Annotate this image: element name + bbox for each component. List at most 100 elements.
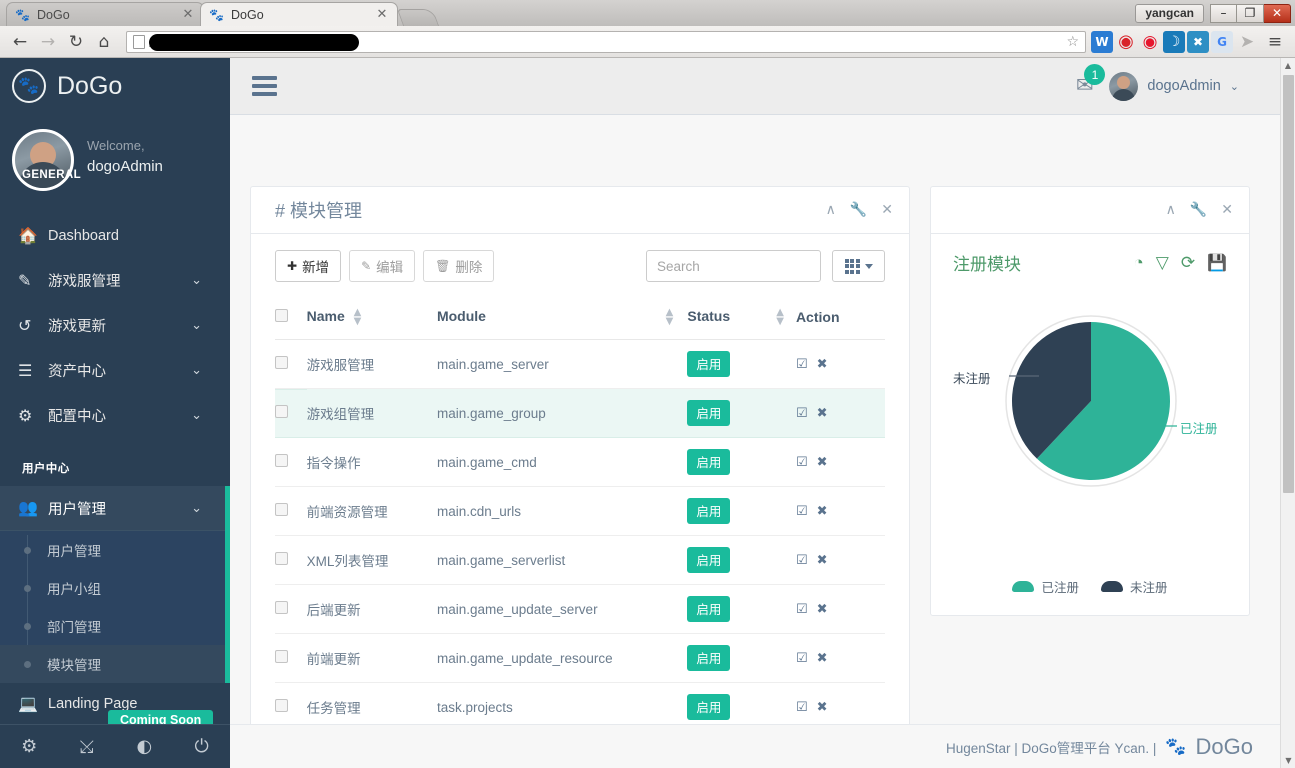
messages-button[interactable]: ✉ 1 <box>1076 64 1106 97</box>
power-off-icon[interactable]: ⏻ <box>195 736 209 757</box>
table-row[interactable]: 游戏服管理 main.game_server 启用 ☑ ✖ <box>275 339 885 390</box>
legend-item-registered[interactable]: 已注册 <box>1012 577 1079 596</box>
table-row[interactable]: 游戏组管理 main.game_group 启用 ☑ ✖ <box>275 388 885 439</box>
address-bar[interactable]: /user/module/ ☆ <box>126 30 1086 53</box>
tab-close-icon[interactable]: ✕ <box>181 8 195 22</box>
sidebar-subitem-department[interactable]: 部门管理 <box>0 607 230 645</box>
sidebar-subitem-module[interactable]: 模块管理 <box>0 645 230 683</box>
browser-menu-icon[interactable]: ≡ <box>1261 28 1289 56</box>
settings-wrench-icon[interactable]: 🔧 <box>1190 202 1207 218</box>
row-edit-icon[interactable]: ☑ <box>796 406 808 421</box>
window-minimize-button[interactable]: – <box>1210 3 1237 23</box>
browser-tab-1[interactable]: 🐾 DoGo ✕ <box>6 2 204 26</box>
weibo-extension-icon[interactable]: ◉ <box>1139 31 1161 53</box>
chevron-down-icon: ⌄ <box>191 408 202 423</box>
scroll-up-arrow-icon[interactable]: ▲ <box>1281 58 1295 73</box>
table-row[interactable]: 后端更新 main.game_update_server 启用 ☑ ✖ <box>275 584 885 635</box>
xmind-extension-icon[interactable]: ✖ <box>1187 30 1209 53</box>
row-checkbox[interactable] <box>275 356 288 370</box>
row-checkbox[interactable] <box>275 552 288 566</box>
sidebar-item-game-server[interactable]: ✎ 游戏服管理 ⌄ <box>0 258 230 303</box>
scrollbar-thumb[interactable] <box>1283 75 1294 493</box>
select-all-checkbox[interactable] <box>275 309 288 323</box>
home-icon[interactable]: ⌂ <box>90 28 118 56</box>
back-icon[interactable]: ← <box>6 28 34 56</box>
row-delete-icon[interactable]: ✖ <box>817 406 828 421</box>
close-icon[interactable]: ✕ <box>1221 202 1233 218</box>
refresh-icon[interactable]: ⟳ <box>1181 253 1195 273</box>
row-edit-icon[interactable]: ☑ <box>796 700 808 715</box>
pie-chart-icon[interactable]: ◔ <box>1133 253 1143 273</box>
row-delete-icon[interactable]: ✖ <box>817 602 828 617</box>
row-delete-icon[interactable]: ✖ <box>817 357 828 372</box>
column-header-status[interactable]: Status ▲ ▼ <box>687 299 796 341</box>
row-edit-icon[interactable]: ☑ <box>796 553 808 568</box>
add-button[interactable]: ✚ 新增 <box>275 250 342 282</box>
table-row[interactable]: 前端更新 main.game_update_resource 启用 ☑ ✖ <box>275 633 885 684</box>
row-delete-icon[interactable]: ✖ <box>817 553 828 568</box>
row-delete-icon[interactable]: ✖ <box>817 504 828 519</box>
vertical-scrollbar[interactable]: ▲ ▼ <box>1280 58 1295 768</box>
row-checkbox[interactable] <box>275 650 288 664</box>
pointer-icon[interactable]: ➤ <box>1233 28 1261 56</box>
sidebar-subitem-user-manage[interactable]: 用户管理 <box>0 531 230 569</box>
sidebar-item-user-manage[interactable]: 👥 用户管理 ⌄ 用户管理 用户小组 部门管理 模块管理 <box>0 486 230 683</box>
settings-wrench-icon[interactable]: 🔧 <box>850 202 867 218</box>
sidebar-item-config-center[interactable]: ⚙ 配置中心 ⌄ <box>0 393 230 438</box>
table-row[interactable]: 指令操作 main.game_cmd 启用 ☑ ✖ <box>275 437 885 488</box>
column-header-name[interactable]: Name ▲ ▼ <box>306 299 437 341</box>
sidebar-item-landing-page[interactable]: 💻 Landing Page Coming Soon <box>0 683 230 731</box>
sidebar-item-game-update[interactable]: ↺ 游戏更新 ⌄ <box>0 303 230 348</box>
lock-eye-icon[interactable]: ◐ <box>136 736 152 757</box>
row-edit-icon[interactable]: ☑ <box>796 455 808 470</box>
filter-icon[interactable]: ▽ <box>1156 253 1169 273</box>
brand-logo[interactable]: 🐾 DoGo <box>0 58 230 115</box>
edit-square-icon: ✎ <box>18 270 32 290</box>
row-edit-icon[interactable]: ☑ <box>796 602 808 617</box>
browser-tab-2[interactable]: 🐾 DoGo ✕ <box>200 2 398 26</box>
aliwangwang-extension-icon[interactable]: ☽ <box>1163 30 1185 53</box>
word-extension-icon[interactable]: W <box>1091 30 1113 53</box>
tab-close-icon[interactable]: ✕ <box>375 8 389 22</box>
scroll-down-arrow-icon[interactable]: ▼ <box>1281 753 1295 768</box>
row-checkbox[interactable] <box>275 601 288 615</box>
row-edit-icon[interactable]: ☑ <box>796 357 808 372</box>
column-header-module[interactable]: Module ▲ ▼ <box>436 299 688 341</box>
legend-item-unregistered[interactable]: 未注册 <box>1101 577 1168 596</box>
search-input[interactable] <box>646 250 821 282</box>
row-edit-icon[interactable]: ☑ <box>796 504 808 519</box>
row-checkbox[interactable] <box>275 699 288 713</box>
bookmark-star-icon[interactable]: ☆ <box>1066 34 1079 50</box>
fullscreen-icon[interactable]: ⤩ <box>80 736 94 757</box>
sidebar-subitem-user-group[interactable]: 用户小组 <box>0 569 230 607</box>
row-checkbox[interactable] <box>275 503 288 517</box>
row-checkbox[interactable] <box>275 405 288 419</box>
window-close-button[interactable]: ✕ <box>1264 3 1291 23</box>
window-user-chip[interactable]: yangcan <box>1135 3 1204 23</box>
table-row[interactable]: 前端资源管理 main.cdn_urls 启用 ☑ ✖ <box>275 486 885 537</box>
table-row[interactable]: XML列表管理 main.game_serverlist 启用 ☑ ✖ <box>275 535 885 586</box>
row-delete-icon[interactable]: ✖ <box>817 651 828 666</box>
row-checkbox[interactable] <box>275 454 288 468</box>
columns-toggle-button[interactable] <box>832 250 885 282</box>
sidebar-item-asset-center[interactable]: ☰ 资产中心 ⌄ <box>0 348 230 393</box>
collapse-icon[interactable]: ∧ <box>1166 202 1176 218</box>
hamburger-menu-icon[interactable] <box>252 76 277 96</box>
reload-icon[interactable]: ↻ <box>62 28 90 56</box>
row-delete-icon[interactable]: ✖ <box>817 700 828 715</box>
row-delete-icon[interactable]: ✖ <box>817 455 828 470</box>
collapse-icon[interactable]: ∧ <box>826 202 836 218</box>
delete-button[interactable]: 🗑 删除 <box>423 250 495 282</box>
sidebar-item-dashboard[interactable]: 🏠 Dashboard <box>0 213 230 258</box>
google-translate-extension-icon[interactable]: G <box>1211 30 1233 53</box>
user-menu-button[interactable]: dogoAdmin ⌄ <box>1109 71 1239 101</box>
row-edit-icon[interactable]: ☑ <box>796 651 808 666</box>
settings-gear-icon[interactable]: ⚙ <box>21 736 37 757</box>
new-tab-button[interactable] <box>396 9 440 26</box>
close-icon[interactable]: ✕ <box>881 202 893 218</box>
edit-button[interactable]: ✎ 编辑 <box>349 250 416 282</box>
save-icon[interactable]: 💾 <box>1207 253 1227 273</box>
window-restore-button[interactable]: ❐ <box>1237 3 1264 23</box>
opera-extension-icon[interactable]: ◉ <box>1115 31 1137 53</box>
forward-icon[interactable]: → <box>34 28 62 56</box>
